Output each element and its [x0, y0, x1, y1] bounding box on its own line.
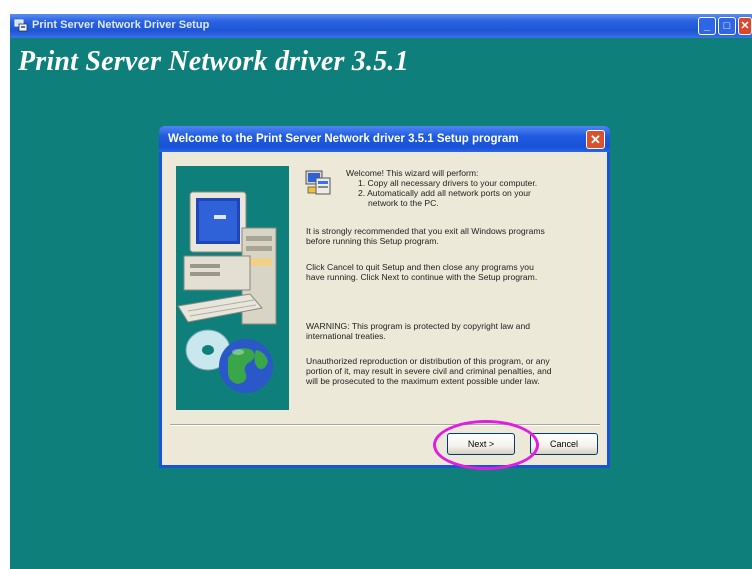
button-separator	[170, 424, 600, 426]
window-close-button[interactable]: ✕	[738, 17, 752, 35]
instructions-line-1: Click Cancel to quit Setup and then clos…	[306, 262, 534, 272]
window-title: Print Server Network Driver Setup	[32, 19, 210, 31]
minimize-button[interactable]: _	[698, 17, 716, 35]
legal-line-1: Unauthorized reproduction or distributio…	[306, 356, 550, 366]
computer-wizard-icon	[305, 170, 331, 195]
banner-title: Print Server Network driver 3.5.1	[18, 46, 409, 77]
welcome-step-2-line1: 2. Automatically add all network ports o…	[358, 188, 531, 198]
maximize-button[interactable]: □	[718, 17, 736, 35]
dialog-close-button[interactable]: ✕	[586, 130, 605, 149]
cancel-button[interactable]: Cancel	[530, 433, 598, 455]
legal-line-3: will be prosecuted to the maximum extent…	[306, 376, 540, 386]
window-titlebar[interactable]: Print Server Network Driver Setup _ □ ✕	[10, 14, 752, 38]
setup-app-icon	[14, 19, 28, 32]
setup-illustration-panel	[176, 166, 289, 410]
dialog-body: Welcome! This wizard will perform: 1. Co…	[162, 152, 607, 465]
dialog-titlebar[interactable]: Welcome to the Print Server Network driv…	[159, 126, 610, 152]
minimize-icon: _	[703, 20, 711, 32]
welcome-heading: Welcome! This wizard will perform:	[346, 168, 479, 178]
legal-line-2: portion of it, may result in severe civi…	[306, 366, 552, 376]
welcome-step-1: 1. Copy all necessary drivers to your co…	[358, 178, 538, 188]
maximize-icon: □	[723, 20, 731, 32]
welcome-dialog: Welcome to the Print Server Network driv…	[159, 126, 610, 468]
dialog-title: Welcome to the Print Server Network driv…	[168, 133, 519, 145]
close-icon: ✕	[740, 20, 750, 32]
instructions-line-2: have running. Click Next to continue wit…	[306, 272, 538, 282]
close-icon: ✕	[590, 132, 601, 147]
warning-line-2: international treaties.	[306, 331, 386, 341]
recommend-line-1: It is strongly recommended that you exit…	[306, 226, 545, 236]
next-button-highlight-circle	[433, 420, 539, 470]
recommend-line-2: before running this Setup program.	[306, 236, 439, 246]
computer-globe-illustration	[177, 191, 277, 393]
welcome-step-2-line2: network to the PC.	[368, 198, 439, 208]
warning-line-1: WARNING: This program is protected by co…	[306, 321, 530, 331]
